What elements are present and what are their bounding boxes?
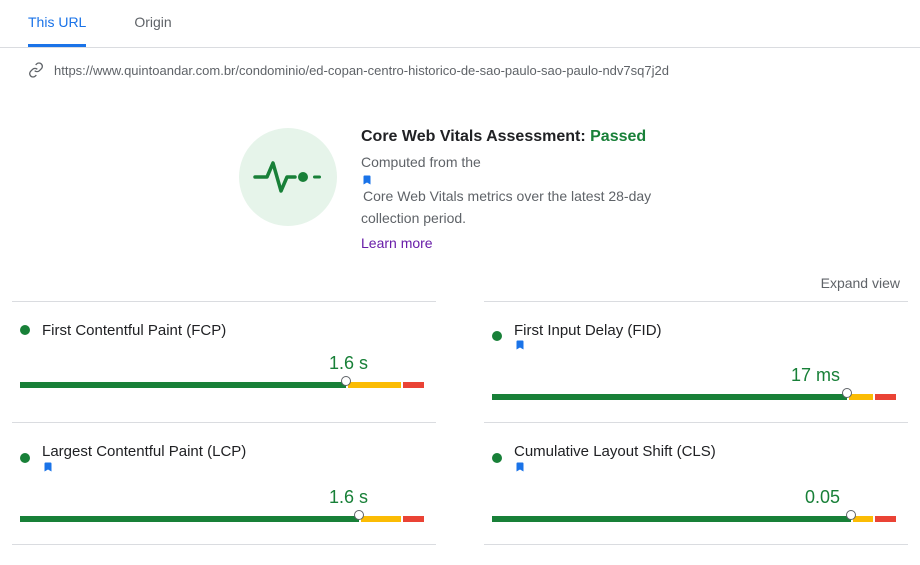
status-dot [20,325,30,335]
expand-view-link[interactable]: Expand view [821,275,900,291]
status-dot [20,453,30,463]
link-icon [28,62,44,78]
tab-origin[interactable]: Origin [134,0,171,47]
bookmark-icon [361,174,681,186]
metric-cls: Cumulative Layout Shift (CLS) 0.05 [484,422,908,545]
metric-value: 0.05 [805,487,840,508]
url-text: https://www.quintoandar.com.br/condomini… [54,63,669,78]
status-dot [492,331,502,341]
pulse-icon [239,128,337,226]
metric-bar [20,378,428,392]
metric-marker [846,510,856,520]
bookmark-icon [42,461,252,473]
metric-name: First Contentful Paint (FCP) [42,322,226,339]
metric-name: Largest Contentful Paint (LCP) [42,443,252,473]
metric-bar [20,512,428,526]
metric-fid: First Input Delay (FID) 17 ms [484,301,908,423]
metric-bar [492,390,900,404]
metric-value: 1.6 s [329,487,368,508]
metric-name: First Input Delay (FID) [514,322,668,352]
metrics-grid: First Contentful Paint (FCP) 1.6 s First… [0,301,920,565]
tab-this-url[interactable]: This URL [28,0,86,47]
metric-bar [492,512,900,526]
metric-marker [354,510,364,520]
learn-more-link[interactable]: Learn more [361,235,681,251]
metric-value: 1.6 s [329,353,368,374]
assessment-status: Passed [590,128,646,145]
url-row: https://www.quintoandar.com.br/condomini… [0,48,920,92]
metric-lcp: Largest Contentful Paint (LCP) 1.6 s [12,422,436,545]
status-dot [492,453,502,463]
metric-marker [842,388,852,398]
assessment-description: Computed from the Core Web Vitals metric… [361,152,681,229]
assessment-section: Core Web Vitals Assessment: Passed Compu… [0,92,920,275]
tab-bar: This URL Origin [0,0,920,48]
metric-marker [341,376,351,386]
bookmark-icon [514,339,668,351]
assessment-title: Core Web Vitals Assessment: Passed [361,128,681,146]
bookmark-icon [514,461,722,473]
metric-value: 17 ms [791,365,840,386]
metric-name: Cumulative Layout Shift (CLS) [514,443,722,473]
metric-fcp: First Contentful Paint (FCP) 1.6 s [12,301,436,423]
